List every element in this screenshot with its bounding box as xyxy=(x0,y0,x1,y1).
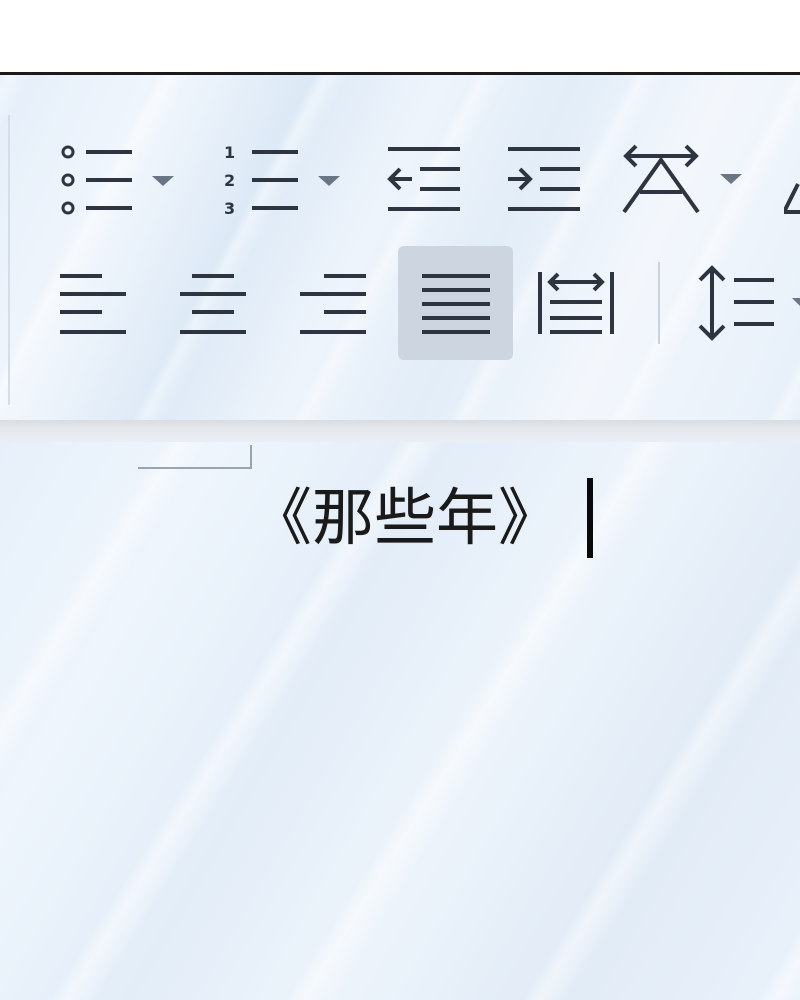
text-direction-icon xyxy=(622,144,742,214)
distributed-align-icon xyxy=(538,272,614,334)
list-number-2: 2 xyxy=(224,171,235,190)
align-center-icon xyxy=(180,274,246,334)
document-title-text[interactable]: 《那些年》 xyxy=(250,478,560,558)
align-center-button[interactable] xyxy=(178,272,250,338)
numbered-list-icon: 1 2 3 xyxy=(224,143,340,218)
numbered-list-button[interactable]: 1 2 3 xyxy=(220,140,344,220)
bullet-list-button[interactable] xyxy=(56,140,180,220)
toolbar-separator xyxy=(658,262,660,344)
window-top-area xyxy=(0,0,800,72)
increase-indent-button[interactable] xyxy=(504,145,584,215)
decrease-indent-button[interactable] xyxy=(384,145,464,215)
bullet-list-icon xyxy=(61,145,174,215)
list-number-1: 1 xyxy=(224,143,235,162)
align-right-button[interactable] xyxy=(298,272,370,338)
text-direction-button[interactable] xyxy=(620,140,750,216)
ribbon-separator xyxy=(8,115,10,405)
partial-ribbon-icon[interactable] xyxy=(784,180,800,216)
ribbon-bottom-shadow xyxy=(0,420,800,442)
text-cursor xyxy=(587,478,593,558)
page-margin-mark xyxy=(138,467,252,469)
align-right-icon xyxy=(300,274,366,334)
cut-off-icon xyxy=(784,183,800,214)
justify-button[interactable] xyxy=(420,272,492,338)
align-left-button[interactable] xyxy=(58,272,130,338)
list-number-3: 3 xyxy=(224,199,235,218)
page-margin-mark-vertical xyxy=(250,445,252,469)
line-spacing-icon xyxy=(698,265,800,341)
distributed-align-button[interactable] xyxy=(536,268,618,338)
line-spacing-button[interactable] xyxy=(694,262,800,344)
justify-icon xyxy=(422,274,490,334)
decrease-indent-icon xyxy=(387,147,460,211)
increase-indent-icon xyxy=(508,147,580,211)
align-left-icon xyxy=(60,274,126,334)
